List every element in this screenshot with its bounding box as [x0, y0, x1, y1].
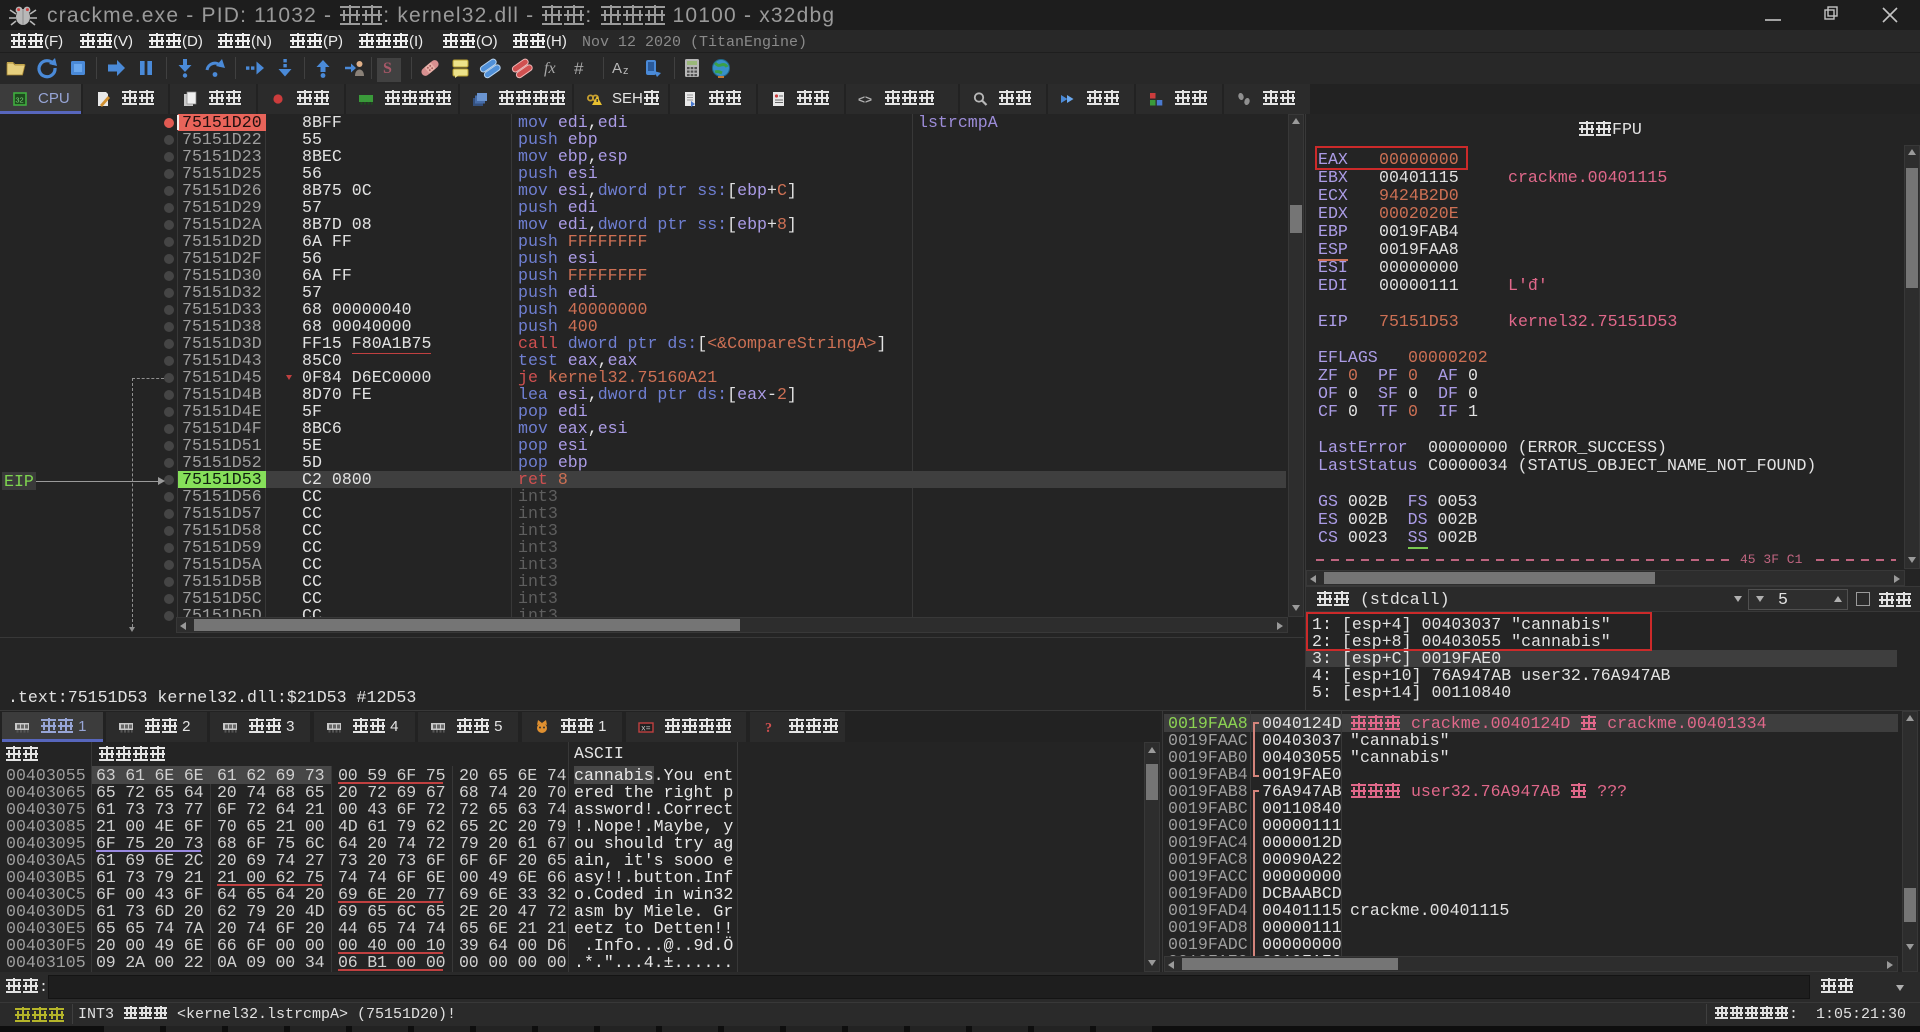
svg-text:A: A — [612, 60, 622, 77]
svg-text:<>: <> — [858, 93, 872, 107]
svg-text:32: 32 — [15, 96, 23, 105]
svg-text:z: z — [623, 65, 629, 77]
svg-text:?: ? — [765, 721, 772, 735]
svg-text:#: # — [574, 59, 584, 78]
svg-text:x=: x= — [641, 725, 651, 734]
svg-text:fx: fx — [544, 60, 556, 77]
